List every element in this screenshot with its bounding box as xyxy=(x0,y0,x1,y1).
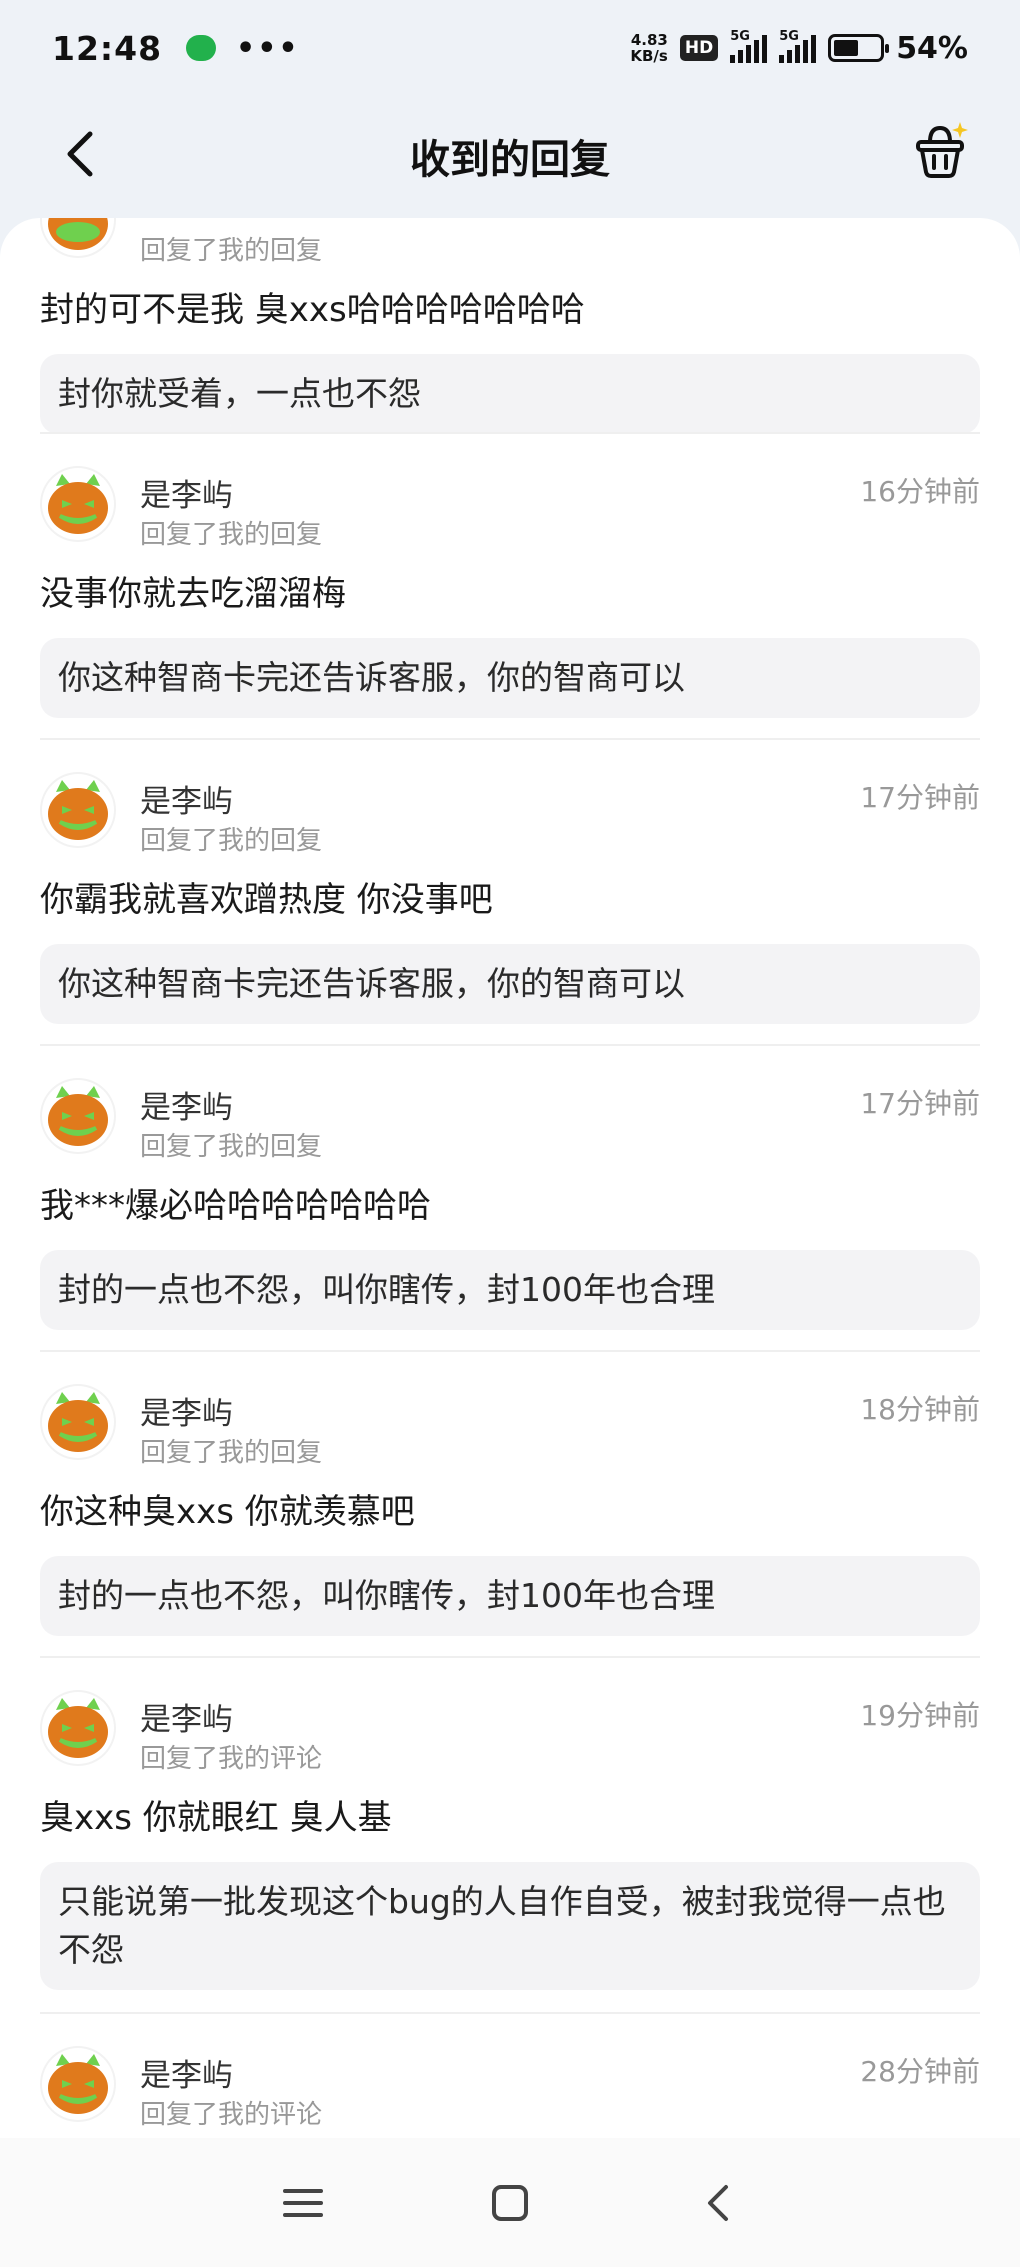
pumpkin-avatar-icon xyxy=(48,1392,108,1452)
user-name[interactable]: 是李屿 xyxy=(140,1388,233,1433)
quoted-original-comment[interactable]: 封的一点也不怨，叫你瞎传，封100年也合理 xyxy=(40,1250,980,1330)
network-speed: 4.83 KB/s xyxy=(630,32,667,64)
quoted-original-comment[interactable]: 你这种智商卡完还告诉客服，你的智商可以 xyxy=(40,638,980,718)
menu-key[interactable] xyxy=(273,2173,333,2233)
network-speed-value: 4.83 xyxy=(630,31,668,49)
avatar[interactable] xyxy=(40,1690,116,1766)
pumpkin-avatar-icon xyxy=(48,1698,108,1758)
divider xyxy=(40,738,980,740)
user-name[interactable]: 是李屿 xyxy=(140,776,233,821)
divider xyxy=(40,432,980,434)
user-name[interactable]: 是李屿 xyxy=(140,1694,233,1739)
user-name[interactable]: 是李屿 xyxy=(140,2050,233,2095)
reply-type-label: 回复了我的回复 xyxy=(140,1132,323,1162)
avatar[interactable] xyxy=(40,466,116,542)
network-type-label: 5G xyxy=(779,29,799,44)
back-button[interactable] xyxy=(50,124,110,184)
pumpkin-avatar-icon xyxy=(48,218,108,250)
quoted-original-comment[interactable]: 封你就受着，一点也不怨 xyxy=(40,354,980,434)
header: 收到的回复 xyxy=(0,96,1020,216)
divider xyxy=(40,1350,980,1352)
timestamp: 17分钟前 xyxy=(860,1087,980,1120)
back-triangle-icon xyxy=(707,2184,728,2221)
network-speed-unit: KB/s xyxy=(630,47,668,65)
more-notifications-icon: ••• xyxy=(236,30,300,66)
home-square-icon xyxy=(491,2184,528,2221)
quoted-original-comment[interactable]: 只能说第一批发现这个bug的人自作自受，被封我觉得一点也不怨 xyxy=(40,1862,980,1990)
user-name[interactable]: 是李屿 xyxy=(140,470,233,515)
quoted-original-comment[interactable]: 封的一点也不怨，叫你瞎传，封100年也合理 xyxy=(40,1556,980,1636)
pumpkin-avatar-icon xyxy=(48,780,108,840)
reply-type-label: 回复了我的回复 xyxy=(140,236,323,266)
user-name[interactable]: 是李屿 xyxy=(140,1082,233,1127)
avatar[interactable] xyxy=(40,2046,116,2122)
avatar[interactable] xyxy=(40,1384,116,1460)
system-navigation-bar xyxy=(0,2138,1020,2267)
timestamp: 28分钟前 xyxy=(860,2055,980,2088)
pumpkin-avatar-icon xyxy=(48,1086,108,1146)
avatar[interactable] xyxy=(40,218,116,258)
wechat-notification-icon xyxy=(186,35,217,61)
pumpkin-avatar-icon xyxy=(48,474,108,534)
reply-text: 你霸我就喜欢蹭热度 你没事吧 xyxy=(40,880,493,920)
avatar[interactable] xyxy=(40,1078,116,1154)
chevron-left-icon xyxy=(67,131,93,177)
timestamp: 16分钟前 xyxy=(860,475,980,508)
reply-type-label: 回复了我的评论 xyxy=(140,1744,323,1774)
reply-type-label: 回复了我的评论 xyxy=(140,2100,323,2130)
reply-text: 封的可不是我 臭xxs哈哈哈哈哈哈哈 xyxy=(40,290,585,330)
status-bar: 12:48 ••• 4.83 KB/s HD 5G 5G 54% xyxy=(0,0,1020,96)
divider xyxy=(40,2012,980,2014)
timestamp: 19分钟前 xyxy=(860,1699,980,1732)
reply-type-label: 回复了我的回复 xyxy=(140,826,323,856)
reply-type-label: 回复了我的回复 xyxy=(140,520,323,550)
timestamp: 17分钟前 xyxy=(860,781,980,814)
home-key[interactable] xyxy=(480,2173,540,2233)
reply-text: 你这种臭xxs 你就羡慕吧 xyxy=(40,1492,415,1532)
menu-icon xyxy=(283,2188,324,2217)
signal-strength-icon: 5G xyxy=(779,29,817,63)
status-right-group: 4.83 KB/s HD 5G 5G 54% xyxy=(630,29,968,66)
reply-text: 我***爆必哈哈哈哈哈哈哈 xyxy=(40,1186,431,1226)
battery-icon xyxy=(828,34,890,62)
shop-basket-button[interactable] xyxy=(908,118,972,182)
divider xyxy=(40,1044,980,1046)
reply-list[interactable]: 回复了我的回复 封的可不是我 臭xxs哈哈哈哈哈哈哈 封你就受着，一点也不怨 是… xyxy=(0,218,1020,2138)
divider xyxy=(40,1656,980,1658)
page-title: 收到的回复 xyxy=(410,137,610,183)
battery-percent: 54% xyxy=(896,30,968,66)
reply-type-label: 回复了我的回复 xyxy=(140,1438,323,1468)
reply-text: 臭xxs 你就眼红 臭人基 xyxy=(40,1798,392,1838)
clock: 12:48 xyxy=(52,28,163,68)
signal-strength-icon: 5G xyxy=(730,29,768,63)
hd-voice-badge: HD xyxy=(679,35,719,61)
timestamp: 18分钟前 xyxy=(860,1393,980,1426)
shopping-basket-icon xyxy=(916,122,968,178)
battery-level-fill xyxy=(834,40,858,56)
back-key[interactable] xyxy=(687,2173,747,2233)
avatar[interactable] xyxy=(40,772,116,848)
quoted-original-comment[interactable]: 你这种智商卡完还告诉客服，你的智商可以 xyxy=(40,944,980,1024)
reply-text: 没事你就去吃溜溜梅 xyxy=(40,574,346,614)
network-type-label: 5G xyxy=(730,29,750,44)
pumpkin-avatar-icon xyxy=(48,2054,108,2114)
